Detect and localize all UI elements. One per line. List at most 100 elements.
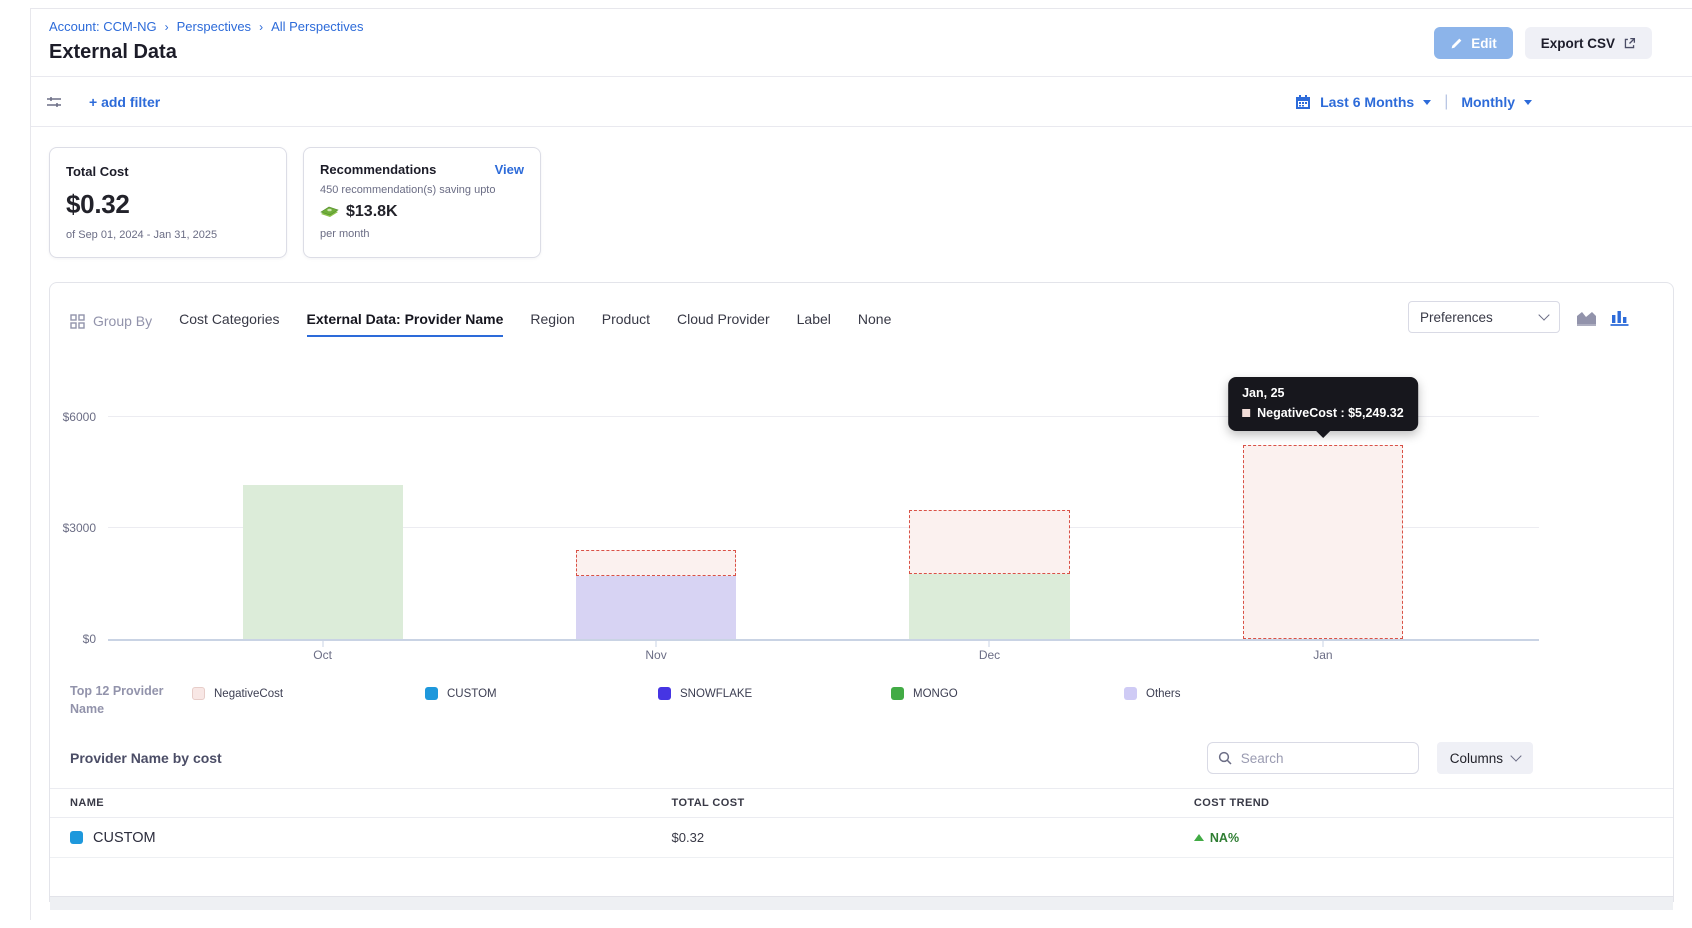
pencil-icon bbox=[1450, 37, 1463, 50]
search-input[interactable] bbox=[1239, 750, 1420, 767]
recommendations-line2: per month bbox=[320, 228, 524, 240]
provider-color-marker bbox=[70, 831, 83, 844]
view-recommendations-link[interactable]: View bbox=[495, 162, 524, 177]
breadcrumb-separator: › bbox=[259, 20, 263, 34]
tab-product[interactable]: Product bbox=[602, 311, 650, 337]
external-link-icon bbox=[1623, 37, 1636, 50]
cost-trend-cell: NA% bbox=[1194, 831, 1653, 845]
table-row[interactable]: CUSTOM$0.32NA% bbox=[50, 818, 1673, 858]
recommendations-savings: $13.8K bbox=[346, 203, 398, 221]
chart-panel: Group By Cost CategoriesExternal Data: P… bbox=[49, 282, 1674, 902]
legend-item-mongo[interactable]: MONGO bbox=[891, 687, 1124, 700]
tooltip-title: Jan, 25 bbox=[1242, 386, 1404, 400]
column-header-cost-trend[interactable]: COST TREND bbox=[1194, 797, 1653, 809]
column-header-name[interactable]: NAME bbox=[70, 797, 672, 809]
recommendations-line1: 450 recommendation(s) saving upto bbox=[320, 184, 524, 196]
legend-title: Top 12 Provider Name bbox=[70, 683, 192, 718]
legend-label: NegativeCost bbox=[214, 688, 283, 700]
columns-button-label: Columns bbox=[1450, 751, 1503, 766]
table-title: Provider Name by cost bbox=[70, 750, 1207, 766]
edit-button-label: Edit bbox=[1471, 36, 1497, 51]
breadcrumb-item[interactable]: All Perspectives bbox=[271, 19, 363, 34]
table-body: CUSTOM$0.32NA% bbox=[50, 818, 1673, 858]
preferences-label: Preferences bbox=[1420, 310, 1493, 325]
add-filter-button[interactable]: + add filter bbox=[89, 94, 160, 110]
chart-controls: Preferences bbox=[1408, 301, 1629, 337]
y-axis-tick-label: $6000 bbox=[50, 410, 96, 424]
chart-tooltip: Jan, 25 NegativeCost : $5,249.32 bbox=[1228, 377, 1418, 431]
bar-dec-negativecost[interactable] bbox=[909, 510, 1069, 575]
legend-item-custom[interactable]: CUSTOM bbox=[425, 687, 658, 700]
bar-nov-others[interactable] bbox=[576, 576, 736, 639]
caret-down-icon[interactable] bbox=[1524, 100, 1532, 105]
chart-x-axis: OctNovDecJan bbox=[108, 641, 1539, 667]
filter-settings-icon[interactable] bbox=[45, 93, 63, 111]
legend-item-negativecost[interactable]: NegativeCost bbox=[192, 687, 425, 700]
edit-button[interactable]: Edit bbox=[1434, 27, 1513, 59]
area-chart-icon[interactable] bbox=[1576, 308, 1597, 326]
tab-cloud-provider[interactable]: Cloud Provider bbox=[677, 311, 770, 337]
table-footer-strip bbox=[50, 896, 1673, 910]
total-cost-title: Total Cost bbox=[66, 164, 270, 179]
table-controls: Provider Name by cost Columns bbox=[50, 718, 1673, 788]
grid-icon bbox=[70, 314, 85, 329]
header-buttons: Edit Export CSV bbox=[1434, 27, 1652, 59]
y-axis-tick-label: $0 bbox=[50, 632, 96, 646]
group-by-tabs: Cost Categories External Data: Provider N… bbox=[179, 311, 891, 337]
recommendations-title: Recommendations bbox=[320, 162, 436, 177]
total-cost-value: $0.32 bbox=[66, 189, 270, 220]
provider-name-cell: CUSTOM bbox=[70, 830, 672, 846]
chart-legend: Top 12 Provider Name NegativeCost CUSTOMS… bbox=[50, 683, 1673, 718]
bar-jan-negativecost[interactable] bbox=[1243, 445, 1403, 639]
bar-nov-negativecost[interactable] bbox=[576, 550, 736, 576]
tab-none[interactable]: None bbox=[858, 311, 891, 337]
trend-value: NA% bbox=[1210, 831, 1239, 845]
page-header: Account: CCM-NG › Perspectives › All Perspec… bbox=[31, 9, 1692, 77]
breadcrumb: Account: CCM-NG › Perspectives › All Perspec… bbox=[49, 19, 364, 34]
column-header-total-cost[interactable]: TOTAL COST bbox=[672, 797, 1194, 809]
bar-chart-icon[interactable] bbox=[1610, 308, 1629, 326]
tooltip-series-marker bbox=[1242, 409, 1250, 417]
search-icon bbox=[1218, 751, 1232, 765]
export-csv-label: Export CSV bbox=[1541, 36, 1615, 51]
tab-external-data-provider-name[interactable]: External Data: Provider Name bbox=[307, 311, 504, 337]
total-cost-card: Total Cost $0.32 of Sep 01, 2024 - Jan 3… bbox=[49, 147, 287, 258]
stacked-bar-chart: Jan, 25 NegativeCost : $5,249.32 $0$3000… bbox=[50, 365, 1673, 667]
granularity-selector[interactable]: Monthly bbox=[1461, 94, 1515, 110]
legend-swatch bbox=[1124, 687, 1137, 700]
x-axis-label: Dec bbox=[979, 648, 1000, 662]
calendar-icon bbox=[1295, 94, 1311, 110]
chart-legend-items: NegativeCost CUSTOMSNOWFLAKEMONGO Others bbox=[192, 683, 1653, 700]
chevron-down-icon bbox=[1510, 750, 1521, 761]
legend-item-snowflake[interactable]: SNOWFLAKE bbox=[658, 687, 891, 700]
divider: | bbox=[1444, 93, 1448, 111]
legend-swatch bbox=[658, 687, 671, 700]
bar-dec-mongo[interactable] bbox=[909, 574, 1069, 639]
chevron-down-icon bbox=[1538, 309, 1549, 320]
caret-down-icon[interactable] bbox=[1423, 100, 1431, 105]
bar-oct-mongo[interactable] bbox=[243, 485, 403, 639]
filter-bar: + add filter Last 6 Months | Monthly bbox=[31, 77, 1692, 127]
trend-up-icon bbox=[1194, 834, 1204, 841]
tab-label[interactable]: Label bbox=[797, 311, 831, 337]
preferences-dropdown[interactable]: Preferences bbox=[1408, 301, 1560, 333]
columns-button[interactable]: Columns bbox=[1437, 742, 1533, 774]
app-window: Account: CCM-NG › Perspectives › All Perspec… bbox=[30, 8, 1692, 920]
legend-item-others[interactable]: Others bbox=[1124, 687, 1357, 700]
legend-label: Others bbox=[1146, 688, 1181, 700]
legend-swatch bbox=[891, 687, 904, 700]
time-range-selector[interactable]: Last 6 Months bbox=[1320, 94, 1414, 110]
breadcrumb-item[interactable]: Perspectives bbox=[177, 19, 251, 34]
tab-region[interactable]: Region bbox=[530, 311, 574, 337]
page-title: External Data bbox=[49, 41, 364, 64]
breadcrumb-separator: › bbox=[165, 20, 169, 34]
search-box[interactable] bbox=[1207, 742, 1419, 774]
recommendations-card: Recommendations View 450 recommendation(… bbox=[303, 147, 541, 258]
legend-swatch bbox=[425, 687, 438, 700]
header-left: Account: CCM-NG › Perspectives › All Perspec… bbox=[49, 19, 364, 64]
breadcrumb-item[interactable]: Account: CCM-NG bbox=[49, 19, 157, 34]
export-csv-button[interactable]: Export CSV bbox=[1525, 27, 1652, 59]
tab-cost-categories[interactable]: Cost Categories bbox=[179, 311, 279, 337]
tooltip-value: NegativeCost : $5,249.32 bbox=[1257, 406, 1404, 420]
group-by-row: Group By Cost CategoriesExternal Data: P… bbox=[50, 283, 1673, 337]
